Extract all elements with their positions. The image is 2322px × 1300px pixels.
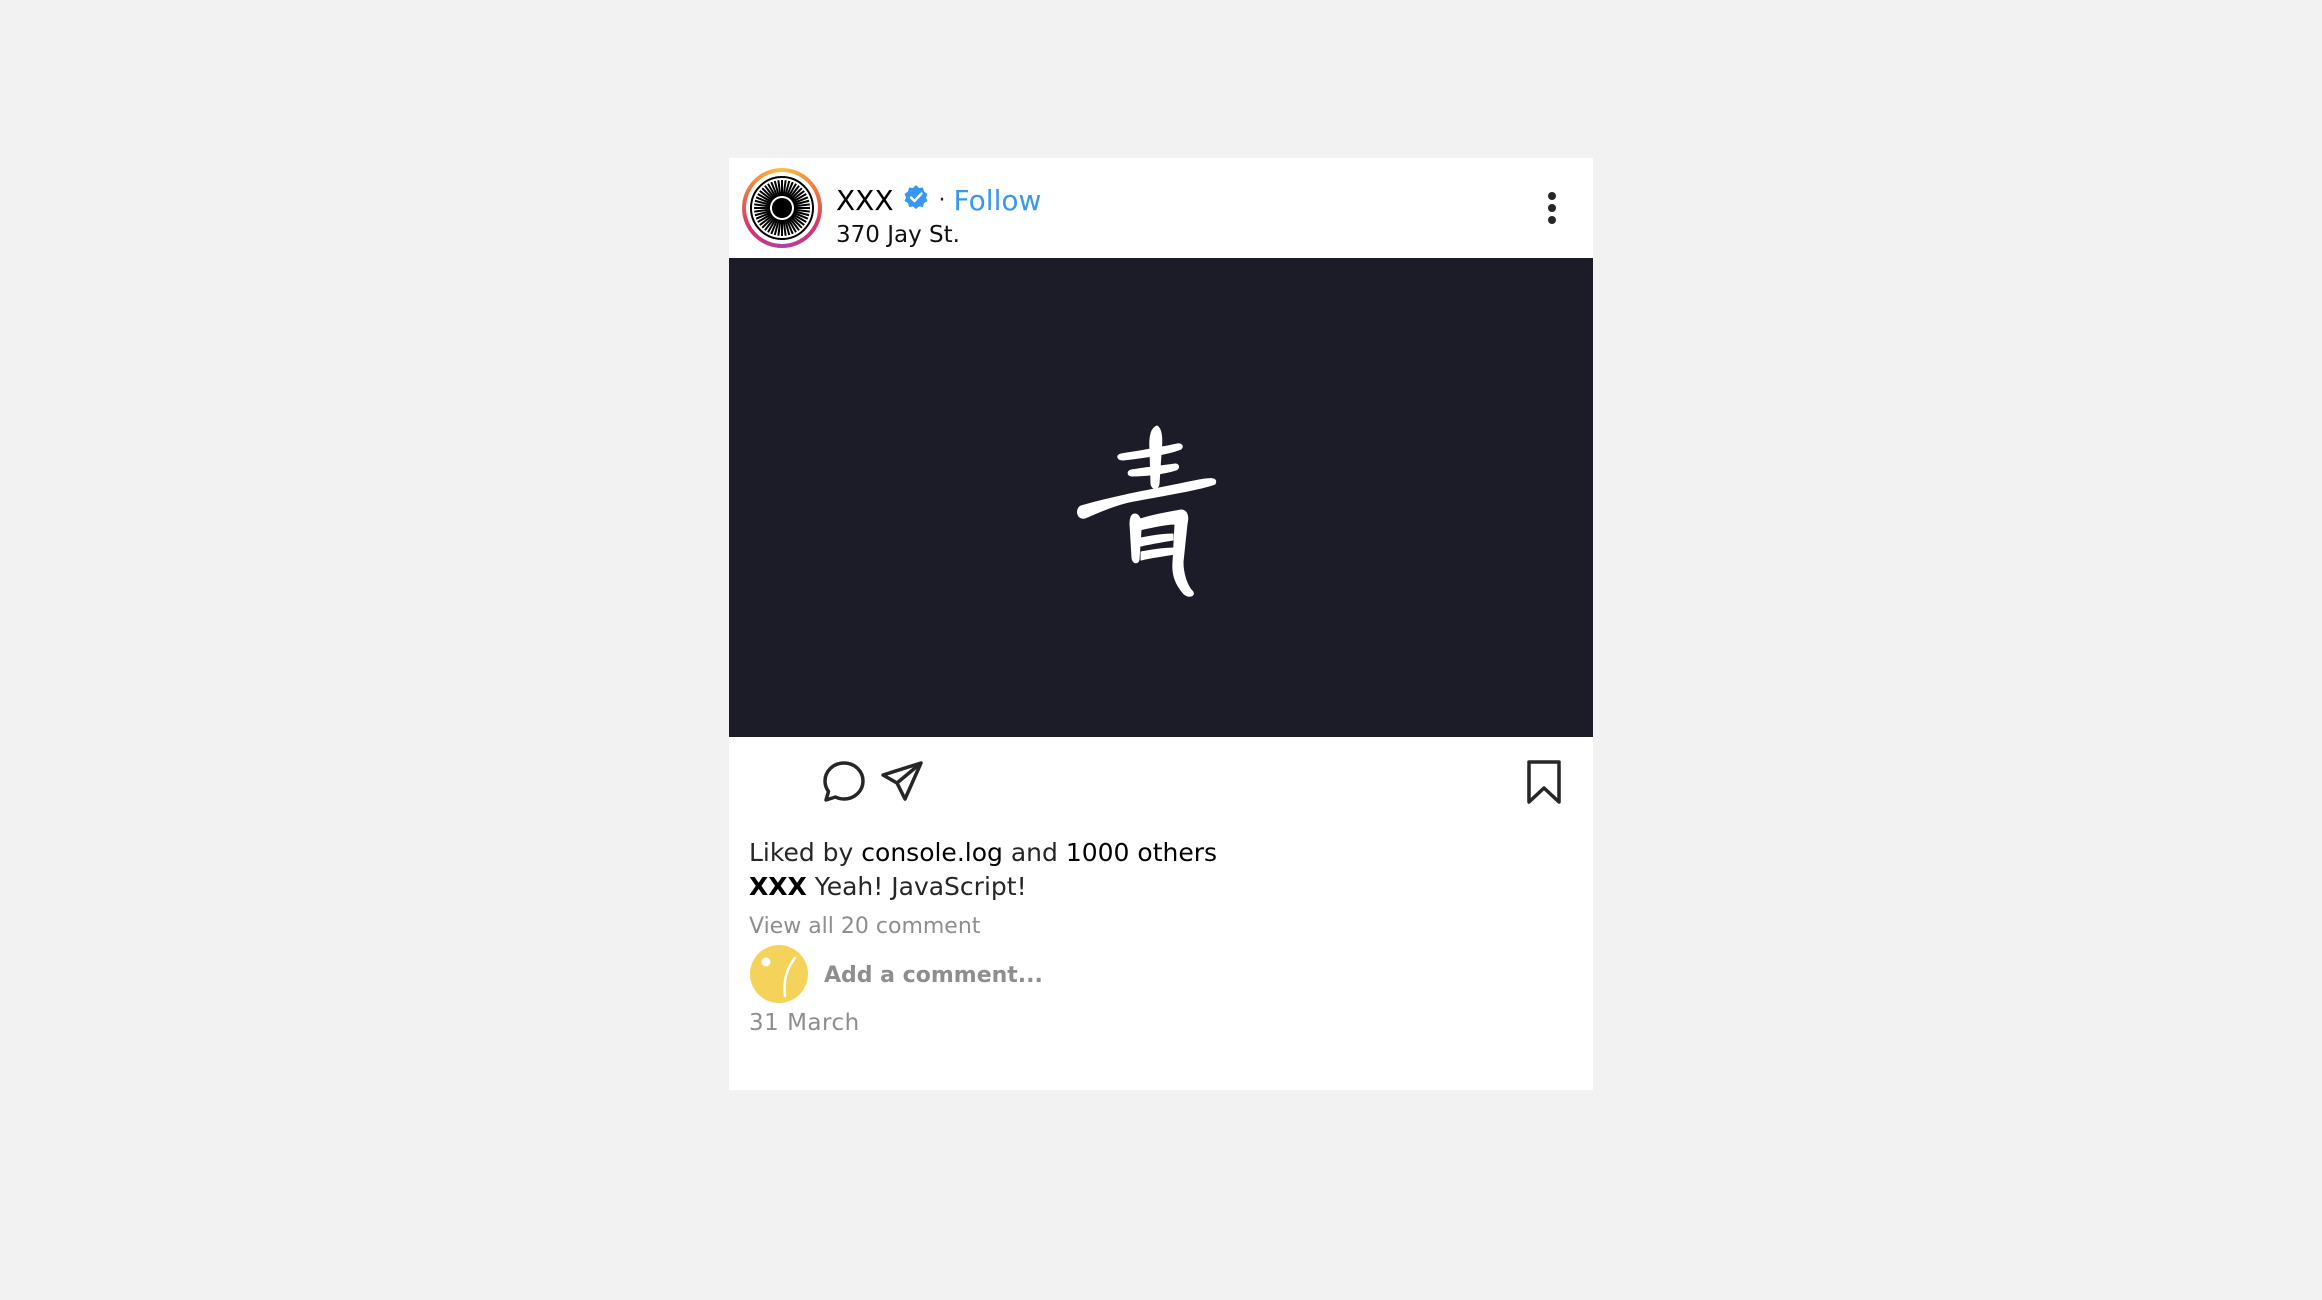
calligraphy-image (1077, 425, 1217, 597)
view-all-comments-link[interactable]: View all 20 comment (749, 914, 980, 939)
username-row: XXX · Follow (836, 182, 1041, 218)
post-actions (729, 737, 1593, 837)
post-media[interactable] (729, 258, 1593, 737)
post-header: XXX · Follow 370 Jay St. (729, 158, 1593, 258)
likes-summary: Liked by console.log and 1000 others (749, 838, 1217, 867)
likes-conjunction: and (1010, 838, 1058, 867)
post-card: XXX · Follow 370 Jay St. Liked by consol… (729, 158, 1593, 1090)
more-dot (1548, 192, 1556, 200)
more-options-icon[interactable] (1535, 188, 1569, 228)
caption-username[interactable]: XXX (749, 872, 807, 901)
post-location[interactable]: 370 Jay St. (836, 222, 960, 248)
first-liker-link[interactable]: console.log (861, 838, 1003, 867)
add-comment-input[interactable] (824, 960, 1224, 990)
avatar-inner (746, 172, 818, 244)
post-caption: XXX Yeah! JavaScript! (749, 872, 1027, 901)
post-username[interactable]: XXX (836, 184, 894, 217)
bookmark-icon[interactable] (1524, 759, 1564, 805)
user-avatar-icon[interactable] (749, 944, 809, 1004)
likes-prefix: Liked by (749, 838, 854, 867)
more-dot (1548, 204, 1556, 212)
profile-avatar[interactable] (742, 168, 822, 248)
verified-badge-icon (904, 185, 928, 209)
post-date: 31 March (749, 1010, 860, 1036)
follow-button[interactable]: Follow (954, 184, 1042, 217)
comment-icon[interactable] (821, 759, 867, 805)
share-icon[interactable] (879, 759, 925, 805)
more-dot (1548, 216, 1556, 224)
others-likes-link[interactable]: 1000 others (1066, 838, 1217, 867)
separator-dot: · (938, 187, 946, 213)
page: XXX · Follow 370 Jay St. Liked by consol… (0, 0, 2322, 1300)
avatar-logo-icon (750, 176, 814, 240)
caption-text: Yeah! JavaScript! (814, 872, 1027, 901)
